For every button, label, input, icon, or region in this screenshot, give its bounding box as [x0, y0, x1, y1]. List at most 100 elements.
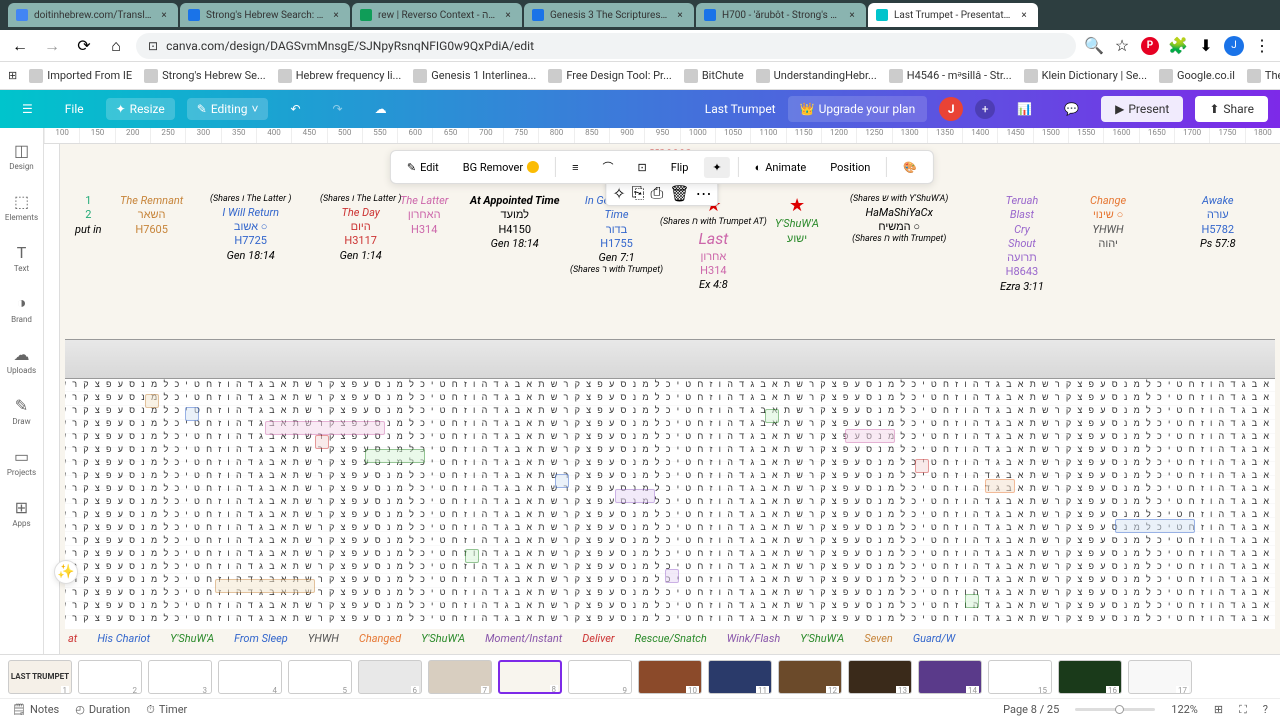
back-button[interactable]: ← [8, 34, 32, 58]
browser-tab[interactable]: Genesis 3 The Scriptures (ISR ...× [524, 3, 694, 27]
download-icon[interactable]: ⬇ [1196, 36, 1216, 56]
ai-icon[interactable]: ✧ [612, 184, 625, 203]
sidebar-text[interactable]: TText [2, 238, 42, 277]
bookmark-item[interactable]: UnderstandingHebr... [756, 69, 877, 83]
effects-icon[interactable]: ✦ [704, 157, 729, 178]
sidebar-projects[interactable]: ▭Projects [2, 442, 42, 481]
bookmark-item[interactable]: Imported From IE [29, 69, 132, 83]
page-indicator[interactable]: Page 8 / 25 [1003, 703, 1059, 716]
annotation-block[interactable]: (Shares ש with Y'ShuW'A)HaMaShiYaCxהמשיח… [850, 194, 948, 246]
menu-icon[interactable]: ⋮ [1252, 36, 1272, 56]
upgrade-button[interactable]: 👑 Upgrade your plan [788, 96, 928, 122]
bookmark-item[interactable]: The AntiChrist and... [1247, 69, 1280, 83]
page-thumbnail[interactable]: 16 [1058, 660, 1122, 694]
page-thumbnail[interactable]: 13 [848, 660, 912, 694]
annotation-block[interactable]: ★Y'ShuW'Aישוע [775, 194, 819, 246]
delete-icon[interactable]: 🗑 [669, 184, 689, 203]
grid-view-icon[interactable]: ⊞ [1214, 703, 1223, 716]
annotation-block[interactable]: Changeשינוי ○YHWHיהוה [1090, 194, 1126, 251]
lock-icon[interactable]: ⎙ [651, 183, 664, 203]
bookmark-item[interactable]: Google.co.il [1159, 69, 1235, 83]
page-thumbnail[interactable]: 2 [78, 660, 142, 694]
notes-button[interactable]: 🗒 Notes [12, 703, 59, 716]
close-icon[interactable]: × [330, 9, 342, 21]
annotation-block[interactable]: AwakeעורהH5782Ps 57:8 [1200, 194, 1236, 251]
page-thumbnail[interactable]: 8 [498, 660, 562, 694]
fullscreen-icon[interactable]: ⛶ [1239, 703, 1247, 717]
page-thumbnail[interactable]: 4 [218, 660, 282, 694]
sidebar-draw[interactable]: ✎Draw [2, 391, 42, 430]
page-thumbnail[interactable]: LAST TRUMPET1 [8, 660, 72, 694]
sidebar-elements[interactable]: ⬚Elements [2, 187, 42, 226]
reload-button[interactable]: ⟳ [72, 34, 96, 58]
page-thumbnail[interactable]: 6 [358, 660, 422, 694]
annotation-block[interactable]: In GenerationTimeבדורH1755Gen 7:1(Shares… [570, 194, 663, 277]
site-info-icon[interactable]: ⊡ [148, 39, 158, 53]
resize-button[interactable]: ✦ Resize [106, 98, 175, 120]
browser-tab[interactable]: doitinhebrew.com/Translate/de...× [8, 3, 178, 27]
timer-button[interactable]: ⏱ Timer [146, 703, 187, 717]
zoom-slider[interactable] [1075, 708, 1155, 711]
sidebar-design[interactable]: ◫Design [2, 136, 42, 175]
hamburger-menu[interactable]: ☰ [12, 98, 43, 120]
annotation-block[interactable]: ★(Shares ח with Trumpet AT)LastאחרוןH314… [660, 194, 767, 293]
apps-button[interactable]: ⊞ [8, 69, 17, 82]
flip-button[interactable]: Flip [663, 157, 697, 178]
url-bar[interactable]: ⊡ canva.com/design/DAGSvmMnsgE/SJNpyRsnq… [136, 33, 1076, 59]
bookmark-item[interactable]: Free Design Tool: Pr... [548, 69, 671, 83]
annotation-block[interactable]: The LatterהאחרוןH314 [400, 194, 448, 237]
bookmark-item[interactable]: H4546 - mᵊsillâ - Str... [889, 69, 1012, 83]
bookmark-item[interactable]: Hebrew frequency li... [278, 69, 402, 83]
bookmark-star-icon[interactable]: ☆ [1112, 36, 1132, 56]
redo-button[interactable]: ↷ [323, 98, 353, 120]
sidebar-uploads[interactable]: ☁Uploads [2, 340, 42, 379]
extensions-icon[interactable]: 🧩 [1168, 36, 1188, 56]
page-thumbnail[interactable]: 15 [988, 660, 1052, 694]
transparency-icon[interactable]: 🎨 [895, 157, 925, 178]
present-button[interactable]: ▶ Present [1101, 96, 1183, 122]
zoom-icon[interactable]: 🔍 [1084, 36, 1104, 56]
animate-button[interactable]: ◐ Animate [747, 157, 815, 178]
profile-icon[interactable]: J [1224, 36, 1244, 56]
annotation-block[interactable]: (Shares ו The Latter )I Will Returnאשוב … [210, 194, 291, 263]
duplicate-icon[interactable]: ⎘ [632, 183, 645, 203]
align-icon[interactable]: ≡ [564, 157, 586, 178]
crop-curve-icon[interactable]: ⌒ [595, 155, 622, 179]
browser-tab-active[interactable]: Last Trumpet - Presentation - C...× [868, 3, 1038, 27]
project-name[interactable]: Last Trumpet [705, 102, 776, 116]
annotation-block[interactable]: At Appointed TimeלמועדH4150Gen 18:14 [470, 194, 559, 251]
user-avatar[interactable]: J [939, 97, 963, 121]
help-icon[interactable]: ? [1263, 703, 1268, 716]
undo-button[interactable]: ↶ [280, 98, 310, 120]
forward-button[interactable]: → [40, 34, 64, 58]
analytics-icon[interactable]: 📊 [1007, 98, 1042, 120]
edit-image-button[interactable]: ✎ Edit [399, 157, 447, 178]
add-member-button[interactable]: + [975, 99, 995, 119]
browser-tab[interactable]: H700 - 'ărubôt - Strong's Heb...× [696, 3, 866, 27]
comment-icon[interactable]: 💬 [1054, 98, 1089, 120]
page-thumbnail[interactable]: 5 [288, 660, 352, 694]
pinterest-icon[interactable]: P [1140, 36, 1160, 56]
close-icon[interactable]: × [502, 9, 514, 21]
cloud-sync-icon[interactable]: ☁ [365, 98, 397, 120]
bg-remover-button[interactable]: BG Remover [455, 157, 547, 178]
page-thumbnail[interactable]: 10 [638, 660, 702, 694]
close-icon[interactable]: × [846, 9, 858, 21]
page-thumbnail[interactable]: 9 [568, 660, 632, 694]
annotation-block[interactable]: The RemnantהשארH7605 [120, 194, 183, 237]
browser-tab[interactable]: Strong's Hebrew Search: abyss× [180, 3, 350, 27]
duration-button[interactable]: ◴ Duration [75, 703, 130, 716]
file-menu[interactable]: File [55, 98, 94, 120]
page-thumbnail[interactable]: 7 [428, 660, 492, 694]
editing-mode-button[interactable]: ✎ Editing ˅ [187, 98, 269, 120]
page-thumbnail[interactable]: 12 [778, 660, 842, 694]
browser-tab[interactable]: rew | Reverso Context - חממה× [352, 3, 522, 27]
close-icon[interactable]: × [158, 9, 170, 21]
bookmark-item[interactable]: Klein Dictionary | Se... [1024, 69, 1147, 83]
position-button[interactable]: Position [822, 157, 878, 178]
page-thumbnail[interactable]: 3 [148, 660, 212, 694]
help-button[interactable]: ✨ [54, 560, 78, 584]
close-icon[interactable]: × [1018, 9, 1030, 21]
crop-icon[interactable]: ⊡ [630, 157, 655, 178]
bookmark-item[interactable]: Genesis 1 Interlinea... [413, 69, 536, 83]
